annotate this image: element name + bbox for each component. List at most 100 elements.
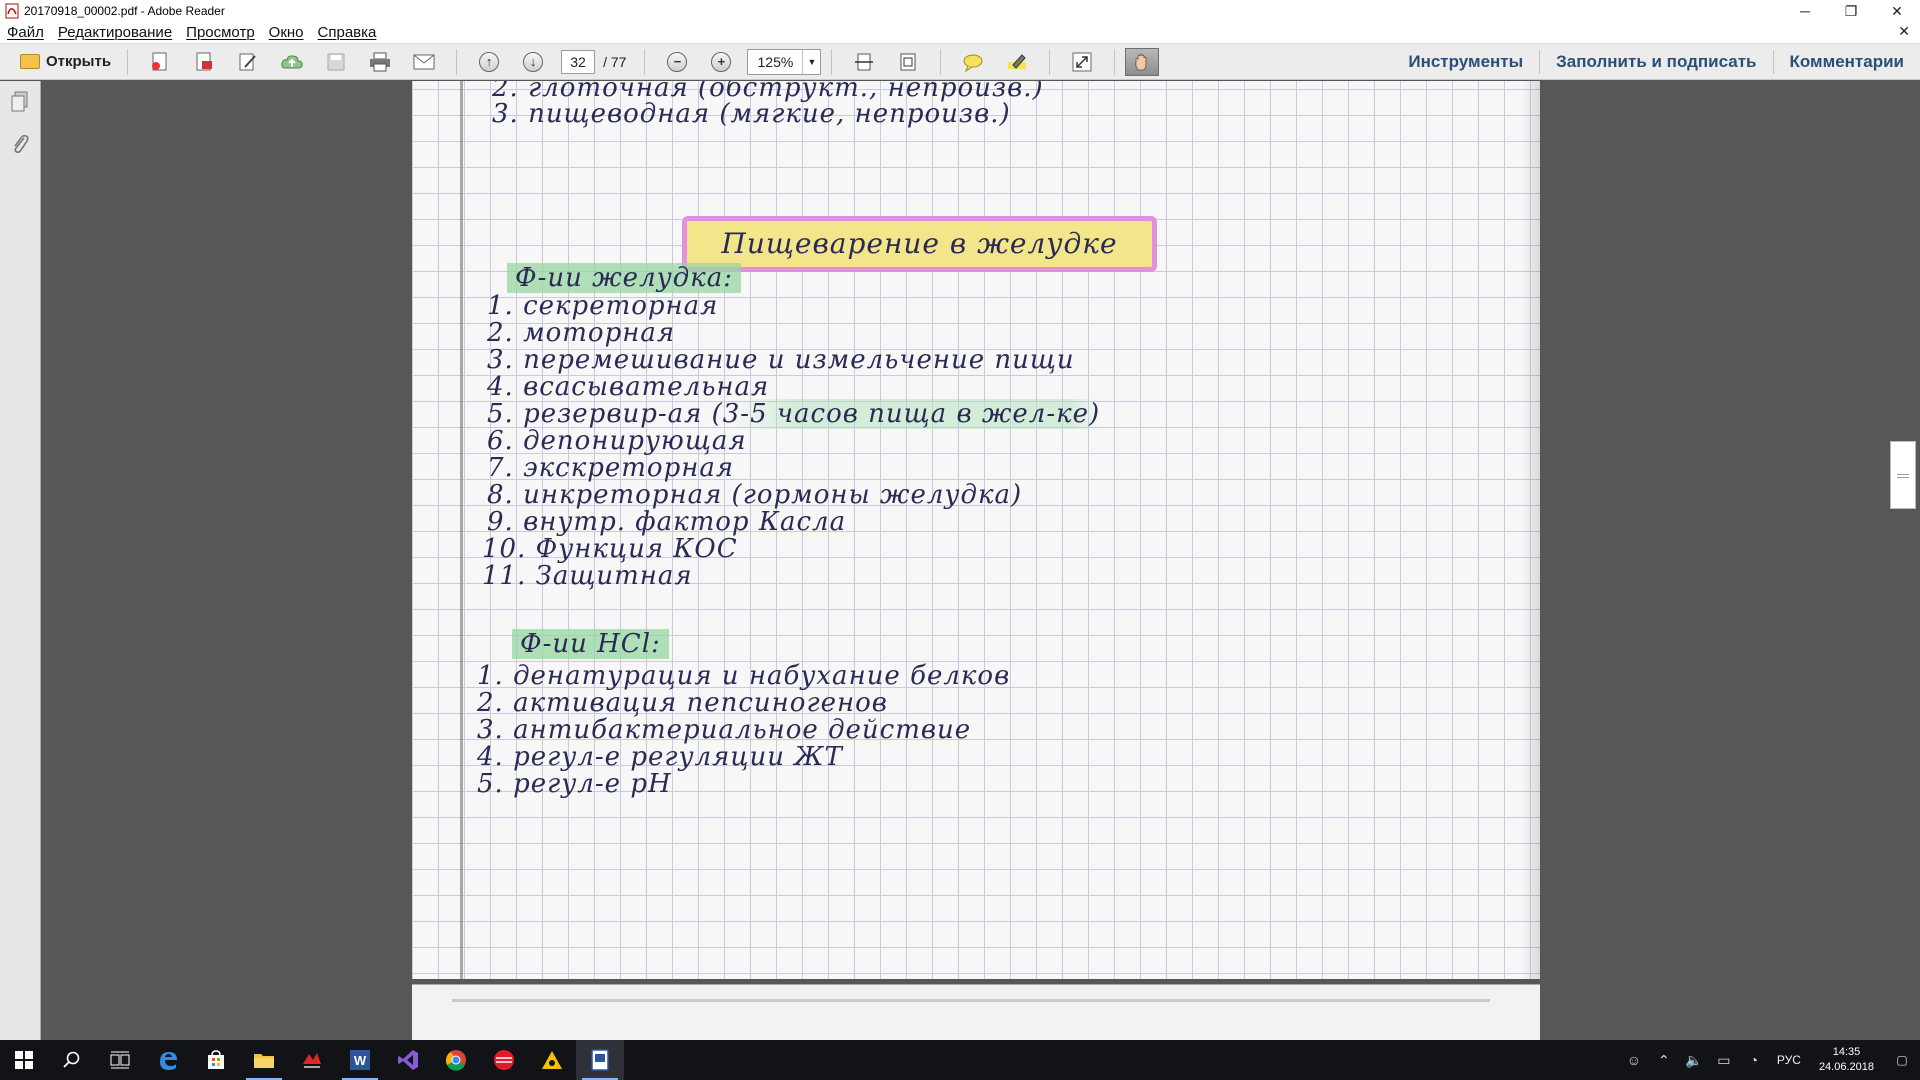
- close-button[interactable]: ✕: [1874, 0, 1920, 22]
- handwritten-line: 3. пищеводная (мягкие, непроизв.): [492, 99, 1011, 129]
- next-page-button[interactable]: ↓: [518, 48, 548, 76]
- next-pdf-page: [412, 984, 1540, 1040]
- opera-app[interactable]: [480, 1040, 528, 1080]
- section-title-text: Ф-ии НСl:: [512, 629, 669, 659]
- fill-sign-link[interactable]: Заполнить и подписать: [1539, 50, 1772, 74]
- page-edge-shadow: [1522, 81, 1540, 979]
- export-pdf-button[interactable]: [189, 48, 219, 76]
- section-title: Ф-ии НСl:: [512, 629, 669, 659]
- section-title: Ф-ии желудка:: [507, 263, 741, 293]
- zoom-in-button[interactable]: +: [706, 48, 736, 76]
- wifi-icon[interactable]: ◔: [1739, 1052, 1769, 1068]
- list-item: 8. инкреторная (гормоны желудка): [487, 480, 1023, 510]
- chevron-down-icon[interactable]: ▼: [802, 49, 820, 74]
- list-item: 1. секреторная: [487, 291, 719, 321]
- chrome-app[interactable]: [432, 1040, 480, 1080]
- page-number-input[interactable]: 32: [561, 49, 596, 74]
- toolbar-divider: [1049, 48, 1051, 75]
- arrow-up-icon: ↑: [479, 51, 500, 72]
- list-item: 10. Функция КОС: [482, 534, 738, 564]
- vertical-scrollbar-thumb[interactable]: [1890, 441, 1916, 509]
- scroll-grip-icon: [1897, 474, 1909, 478]
- email-button[interactable]: [409, 48, 439, 76]
- restore-button[interactable]: ❐: [1828, 0, 1874, 22]
- print-button[interactable]: [365, 48, 395, 76]
- notification-icon[interactable]: ▢: [1884, 1053, 1920, 1067]
- highlighter-icon: [1008, 53, 1027, 69]
- list-item: 11. Защитная: [482, 561, 693, 591]
- menu-view[interactable]: Просмотр: [179, 24, 262, 41]
- add-comment-button[interactable]: [958, 48, 988, 76]
- start-button[interactable]: [0, 1040, 48, 1080]
- battery-icon[interactable]: ▭: [1709, 1052, 1739, 1069]
- notebook-margin-line: [460, 81, 463, 979]
- fit-page-button[interactable]: [893, 48, 923, 76]
- chrome-icon: [446, 1050, 466, 1071]
- toolbar-divider: [127, 48, 129, 75]
- page-total: / 77: [603, 53, 627, 70]
- chevron-up-icon[interactable]: ⌃: [1649, 1052, 1679, 1069]
- adobe-reader-icon: [591, 1049, 609, 1071]
- tools-link[interactable]: Инструменты: [1392, 50, 1539, 74]
- highlight-text-button[interactable]: [1002, 48, 1032, 76]
- toolbar-divider: [940, 48, 942, 75]
- list-item: 3. перемешивание и измельчение пищи: [487, 345, 1075, 375]
- list-item: 4. регул-е регуляции ЖТ: [477, 742, 843, 772]
- list-item: 2. активация пепсиногенов: [477, 688, 888, 718]
- input-language[interactable]: РУС: [1769, 1053, 1809, 1067]
- edge-app[interactable]: [144, 1040, 192, 1080]
- menu-window[interactable]: Окно: [262, 24, 311, 41]
- envelope-icon: [413, 54, 435, 69]
- document-viewport[interactable]: 2. глоточная (обструкт., непроизв.) 3. п…: [42, 81, 1920, 1040]
- yellow-app[interactable]: [528, 1040, 576, 1080]
- comments-link[interactable]: Комментарии: [1772, 50, 1920, 74]
- minimize-button[interactable]: ─: [1782, 0, 1828, 22]
- opera-icon: [494, 1050, 514, 1070]
- attachments-button[interactable]: [10, 133, 30, 155]
- search-button[interactable]: [48, 1040, 96, 1080]
- volume-muted-icon[interactable]: 🔈: [1679, 1052, 1709, 1069]
- adobe-reader-app[interactable]: [576, 1040, 624, 1080]
- save-button[interactable]: [321, 48, 351, 76]
- system-clock[interactable]: 14:35 24.06.2018: [1809, 1045, 1884, 1075]
- pdf-page: 2. глоточная (обструкт., непроизв.) 3. п…: [412, 81, 1540, 979]
- printer-icon: [370, 52, 391, 71]
- page-fold-line: [452, 999, 1490, 1002]
- visual-studio-app[interactable]: [384, 1040, 432, 1080]
- warning-triangle-icon: [542, 1051, 562, 1069]
- zoom-out-button[interactable]: −: [662, 48, 692, 76]
- previous-page-button[interactable]: ↑: [474, 48, 504, 76]
- store-bag-icon: [208, 1050, 224, 1069]
- word-app[interactable]: W: [336, 1040, 384, 1080]
- folder-icon: [20, 54, 40, 69]
- fit-width-button[interactable]: [849, 48, 879, 76]
- upload-cloud-button[interactable]: [277, 48, 307, 76]
- list-item: 7. экскреторная: [487, 453, 735, 483]
- pages-icon: [11, 91, 28, 112]
- task-view-button[interactable]: [96, 1040, 144, 1080]
- red-app-icon: [303, 1053, 321, 1068]
- highlighted-heading: Пищеварение в желудке: [682, 216, 1157, 272]
- close-document-button[interactable]: ✕: [1898, 23, 1910, 40]
- people-icon[interactable]: ☺: [1619, 1052, 1649, 1068]
- toolbar-divider: [644, 48, 646, 75]
- zoom-select[interactable]: 125% ▼: [747, 48, 822, 75]
- menu-edit[interactable]: Редактирование: [51, 24, 179, 41]
- file-explorer-app[interactable]: [240, 1040, 288, 1080]
- open-button[interactable]: Открыть: [14, 48, 117, 76]
- red-app[interactable]: [288, 1040, 336, 1080]
- edit-pdf-button[interactable]: [233, 48, 263, 76]
- menu-file[interactable]: Файл: [0, 24, 51, 41]
- fullscreen-button[interactable]: [1067, 48, 1097, 76]
- export-pdf-icon: [196, 52, 213, 70]
- windows-taskbar: W ☺ ⌃ 🔈 ▭ ◔ РУС 14:35 24.06.2018 ▢: [0, 1040, 1920, 1080]
- expand-icon: [1072, 52, 1092, 71]
- menu-help[interactable]: Справка: [311, 24, 384, 41]
- page-thumbnails-button[interactable]: [10, 91, 30, 113]
- arrow-down-icon: ↓: [523, 51, 544, 72]
- hand-tool-button[interactable]: [1125, 47, 1160, 76]
- create-pdf-button[interactable]: [145, 48, 175, 76]
- store-app[interactable]: [192, 1040, 240, 1080]
- windows-logo-icon: [15, 1051, 33, 1069]
- fit-width-icon: [855, 53, 874, 70]
